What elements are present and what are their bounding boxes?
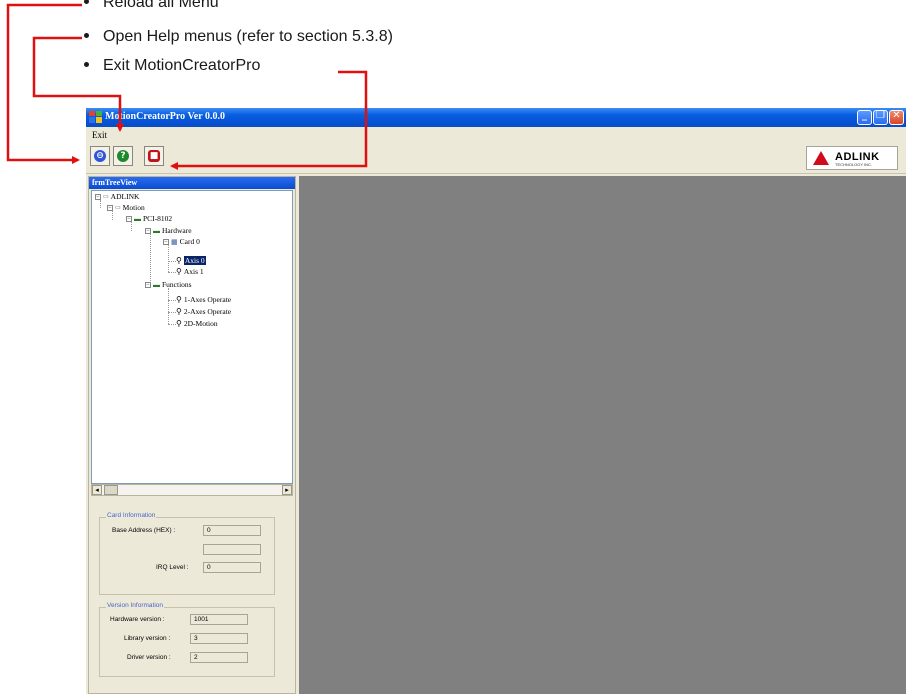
tree-panel-title-bar: frmTreeView: [89, 177, 295, 189]
restore-button[interactable]: ❐: [873, 110, 888, 125]
scroll-left-icon[interactable]: ◂: [92, 485, 102, 495]
folder-icon: ▭: [115, 205, 121, 212]
irq-level-field[interactable]: 0: [203, 562, 261, 573]
app-window: MotionCreatorPro Ver 0.0.0 _ ❐ ✕ Exit ⊖ …: [86, 108, 906, 694]
exit-icon: ■: [148, 150, 160, 162]
tree-node-1-axes-operate[interactable]: ⚲ 1-Axes Operate: [176, 295, 231, 305]
tree-node-2-axes-operate[interactable]: ⚲ 2-Axes Operate: [176, 307, 231, 317]
board-icon: ▬: [134, 215, 141, 224]
board-icon: ▬: [153, 281, 160, 290]
help-icon: ?: [117, 150, 129, 162]
hardware-version-label: Hardware version :: [110, 616, 165, 623]
bullet-icon: [84, 33, 89, 39]
axis-icon: ⚲: [176, 256, 182, 266]
card-information-group: Card Information Base Address (HEX) : 0 …: [99, 512, 275, 595]
annotation-exit-text: Exit MotionCreatorPro: [103, 57, 261, 74]
bullet-icon: [84, 62, 89, 68]
board-icon: ▬: [153, 227, 160, 236]
scroll-right-icon[interactable]: ▸: [282, 485, 292, 495]
bullet-icon: [84, 0, 89, 5]
minimize-icon: _: [862, 110, 867, 121]
scroll-thumb[interactable]: [104, 485, 118, 495]
library-version-label: Library version :: [124, 635, 171, 642]
folder-icon: ▭: [103, 194, 109, 201]
close-button[interactable]: ✕: [889, 110, 904, 125]
axis-icon: ⚲: [176, 307, 182, 317]
annotation-help: Open Help menus (refer to section 5.3.8): [84, 28, 393, 46]
driver-version-label: Driver version :: [127, 654, 171, 661]
tree-node-functions[interactable]: − ▬ Functions: [145, 280, 192, 290]
tree-view[interactable]: − ▭ ADLINK − ▭ Motion − ▬ PCI-8102 − ▬ Hardware …: [91, 190, 293, 484]
tree-node-card-0[interactable]: − ▦ Card 0: [163, 237, 200, 247]
app-icon: [89, 111, 102, 123]
axis-icon: ⚲: [176, 295, 182, 305]
tree-node-pci-8102[interactable]: − ▬ PCI-8102: [126, 214, 172, 224]
title-bar[interactable]: MotionCreatorPro Ver 0.0.0 _ ❐ ✕: [86, 108, 906, 127]
tree-node-axis-1[interactable]: ⚲ Axis 1: [176, 267, 204, 277]
hardware-version-field[interactable]: 1001: [190, 614, 248, 625]
toolbar: ⊖ ? ■ ADLINK TECHNOLOGY INC.: [86, 143, 906, 174]
library-version-field[interactable]: 3: [190, 633, 248, 644]
annotation-reload: Reload all Menu: [84, 0, 219, 12]
annotation-exit: Exit MotionCreatorPro: [84, 57, 260, 75]
tree-node-adlink[interactable]: − ▭ ADLINK: [95, 192, 139, 202]
version-information-group: Version Information Hardware version : 1…: [99, 602, 275, 677]
reload-button[interactable]: ⊖: [90, 146, 110, 166]
reload-icon: ⊖: [94, 150, 106, 162]
exit-button[interactable]: ■: [144, 146, 164, 166]
base-address-field[interactable]: 0: [203, 525, 261, 536]
tree-panel-title: frmTreeView: [92, 178, 138, 187]
card-information-title: Card Information: [106, 512, 157, 519]
help-button[interactable]: ?: [113, 146, 133, 166]
base-address-extra-field[interactable]: [203, 544, 261, 555]
window-title: MotionCreatorPro Ver 0.0.0: [105, 111, 225, 122]
base-address-label: Base Address (HEX) :: [112, 527, 176, 534]
tree-node-axis-0[interactable]: ⚲ Axis 0: [176, 256, 206, 266]
annotation-reload-text: Reload all Menu: [103, 0, 219, 11]
adlink-logo: ADLINK TECHNOLOGY INC.: [806, 146, 898, 170]
logo-tagline: TECHNOLOGY INC.: [835, 162, 873, 167]
adlink-triangle-icon: [813, 151, 829, 165]
workspace-area: [299, 176, 906, 694]
tree-panel: frmTreeView − ▭ ADLINK − ▭ Motion − ▬ PCI-8102…: [88, 176, 296, 694]
annotation-help-text: Open Help menus (refer to section 5.3.8): [103, 28, 393, 45]
axis-icon: ⚲: [176, 267, 182, 277]
reload-callout-arrow: [6, 3, 82, 164]
irq-level-label: IRQ Level :: [156, 564, 189, 571]
driver-version-field[interactable]: 2: [190, 652, 248, 663]
tree-node-2d-motion[interactable]: ⚲ 2D-Motion: [176, 319, 218, 329]
menu-bar: Exit: [86, 127, 906, 143]
tree-node-hardware[interactable]: − ▬ Hardware: [145, 226, 192, 236]
tree-horizontal-scrollbar[interactable]: ◂ ▸: [91, 484, 293, 496]
menu-exit[interactable]: Exit: [92, 130, 107, 140]
version-information-title: Version Information: [106, 602, 165, 609]
minimize-button[interactable]: _: [857, 110, 872, 125]
restore-icon: ❐: [876, 110, 885, 121]
axis-icon: ⚲: [176, 319, 182, 329]
card-icon: ▦: [171, 238, 178, 247]
close-icon: ✕: [892, 110, 901, 121]
tree-node-motion[interactable]: − ▭ Motion: [107, 203, 145, 213]
